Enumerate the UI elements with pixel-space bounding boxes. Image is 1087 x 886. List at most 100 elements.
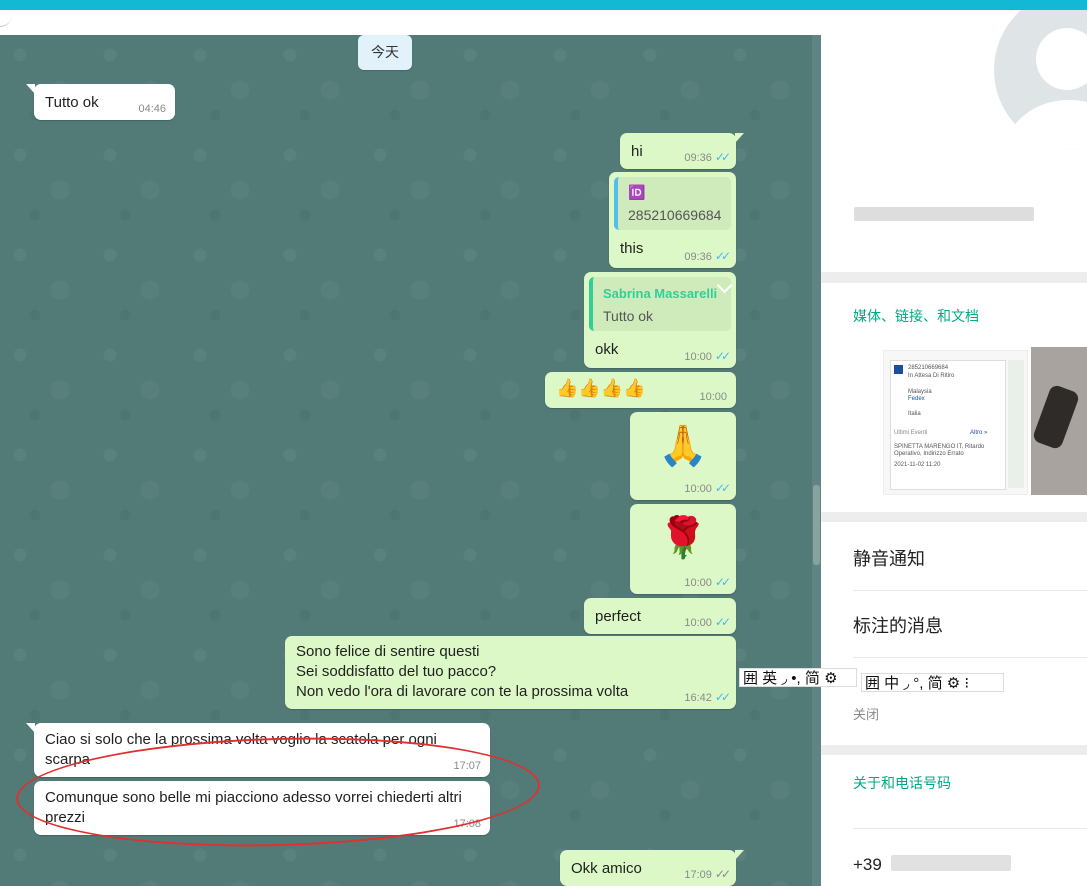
about-card: 关于和电话号码 +39 (821, 755, 1087, 886)
scrollbar-thumb[interactable] (813, 485, 820, 565)
message-time: 09:36 ✓✓ (684, 249, 731, 263)
thumb-text: SPINETTA MARENGO IT, Ritardo (894, 444, 985, 450)
read-ticks-icon: ✓✓ (714, 150, 731, 164)
message-time: 10:00 (699, 391, 727, 403)
time-text: 09:36 (684, 251, 712, 263)
time-text: 17:07 (453, 760, 481, 772)
message-incoming[interactable]: Ciao si solo che la prossima volta vogli… (26, 723, 490, 777)
thumb-text: Fedex (908, 396, 925, 402)
message-incoming[interactable]: Tutto ok 04:46 (26, 84, 175, 120)
media-thumbnail-screenshot[interactable]: 285210669684 In Attesa Di Ritiro Malaysi… (883, 350, 1028, 495)
divider (853, 590, 1087, 591)
media-card[interactable]: 媒体、链接、和文档 285210669684 In Attesa Di Riti… (821, 283, 1087, 512)
ime-toolbar-english[interactable]: 囲 英 ◞ •, 简 ⚙ (739, 668, 857, 687)
message-time: 17:08 (453, 818, 481, 830)
read-ticks-icon: ✓✓ (714, 249, 731, 263)
window-top-bar (0, 0, 1087, 10)
chat-area[interactable]: 今天 Tutto ok 04:46 hi 09:36 ✓✓ 🆔 285210669… (0, 35, 821, 886)
quoted-text: Tutto ok (603, 308, 654, 324)
thumb-text: Operativo, Indirizzo Errato (894, 451, 964, 457)
thumb-text: 285210669684 (908, 365, 949, 371)
message-time: 04:46 (138, 103, 166, 115)
quoted-sender-name: Sabrina Massarelli (603, 286, 718, 301)
media-section-title[interactable]: 媒体、链接、和文档 (853, 306, 979, 326)
quoted-text: 285210669684 (628, 207, 722, 223)
phone-number[interactable]: +39 (853, 855, 882, 875)
message-outgoing[interactable]: 🆔 285210669684 this 09:36 ✓✓ (609, 172, 736, 268)
read-ticks-icon: ✓✓ (714, 690, 731, 704)
message-text: this (620, 240, 644, 257)
time-text: 17:08 (453, 818, 481, 830)
photo-object (1031, 383, 1081, 451)
divider (853, 657, 1087, 658)
read-ticks-icon: ✓✓ (714, 575, 731, 589)
message-time: 10:00 ✓✓ (684, 349, 731, 363)
message-time: 17:09 ✓✓ (684, 867, 731, 881)
message-time: 17:07 (453, 760, 481, 772)
read-ticks-icon: ✓✓ (714, 349, 731, 363)
chat-scrollbar[interactable] (812, 35, 821, 886)
message-text: Tutto ok (45, 94, 99, 111)
blurred-contact-name (854, 207, 1034, 221)
thumb-text: Altro » (970, 430, 988, 436)
id-icon: 🆔 (628, 184, 646, 200)
media-thumbnail-photo[interactable] (1031, 347, 1087, 495)
avatar-head (1036, 28, 1087, 90)
avatar-body (1004, 100, 1087, 150)
quoted-message[interactable]: Sabrina Massarelli Tutto ok (589, 277, 731, 331)
ime-toolbar-text: 囲 英 ◞ •, 简 ⚙ (743, 670, 838, 687)
thumb-text: Italia (908, 411, 921, 417)
profile-card (821, 10, 1087, 272)
rose-emoji: 🌹 (658, 516, 708, 560)
mute-notifications-item[interactable]: 静音通知 (853, 545, 925, 571)
message-time: 10:00 ✓✓ (684, 481, 731, 495)
time-text: 10:00 (684, 577, 712, 589)
message-text: okk (595, 341, 619, 358)
default-avatar-icon[interactable] (994, 10, 1087, 150)
thumb-text: Ultimi Eventi (894, 430, 928, 436)
thumb-text: 2021-11-02 11:20 (894, 462, 941, 468)
message-outgoing[interactable]: 🙏 10:00 ✓✓ (630, 412, 736, 500)
read-ticks-icon: ✓✓ (714, 615, 731, 629)
pray-emoji: 🙏 (658, 424, 708, 468)
contact-info-panel: 媒体、链接、和文档 285210669684 In Attesa Di Riti… (821, 10, 1087, 886)
message-outgoing[interactable]: Okk amico 17:09 ✓✓ (560, 850, 744, 886)
thumb-side-strip (1008, 360, 1024, 488)
curl-decoration (0, 12, 12, 27)
message-text: Ciao si solo che la prossima volta vogli… (45, 731, 437, 768)
disappearing-messages-status: 关闭 (853, 707, 880, 722)
flag-icon (894, 365, 903, 374)
time-text: 04:46 (138, 103, 166, 115)
message-text: hi (631, 143, 643, 160)
chat-header-strip (0, 10, 821, 35)
date-chip: 今天 (358, 35, 412, 70)
read-ticks-icon: ✓✓ (714, 481, 731, 495)
settings-card: 静音通知 标注的消息 关闭 (821, 522, 1087, 745)
message-outgoing[interactable]: perfect 10:00 ✓✓ (584, 598, 736, 634)
time-text: 10:00 (699, 391, 727, 403)
delivered-ticks-icon: ✓✓ (714, 867, 731, 881)
starred-messages-item[interactable]: 标注的消息 (853, 612, 943, 638)
message-time: 16:42 ✓✓ (684, 690, 731, 704)
message-outgoing[interactable]: hi 09:36 ✓✓ (620, 133, 744, 169)
time-text: 16:42 (684, 692, 712, 704)
message-time: 09:36 ✓✓ (684, 150, 731, 164)
ime-toolbar-chinese[interactable]: 囲 中 ◞ °, 简 ⚙ ⁝ (861, 673, 1004, 692)
message-text: Okk amico (571, 860, 642, 877)
time-text: 10:00 (684, 483, 712, 495)
message-outgoing[interactable]: 👍👍👍👍 10:00 (545, 372, 736, 408)
message-incoming[interactable]: Comunque sono belle mi piacciono adesso … (34, 781, 490, 835)
tracking-card (890, 360, 1006, 490)
quoted-message[interactable]: 🆔 285210669684 (614, 177, 731, 230)
time-text: 17:09 (684, 869, 712, 881)
ime-toolbar-text: 囲 中 ◞ °, 简 ⚙ ⁝ (865, 675, 970, 692)
divider (853, 828, 1087, 829)
message-time: 10:00 ✓✓ (684, 575, 731, 589)
message-outgoing[interactable]: Sono felice di sentire questi Sei soddis… (285, 636, 736, 709)
message-text: Comunque sono belle mi piacciono adesso … (45, 789, 462, 826)
time-text: 10:00 (684, 617, 712, 629)
thumb-text: In Attesa Di Ritiro (908, 373, 955, 379)
message-outgoing[interactable]: 🌹 10:00 ✓✓ (630, 504, 736, 594)
message-text: perfect (595, 608, 641, 625)
message-outgoing[interactable]: Sabrina Massarelli Tutto ok okk 10:00 ✓✓ (584, 272, 736, 368)
